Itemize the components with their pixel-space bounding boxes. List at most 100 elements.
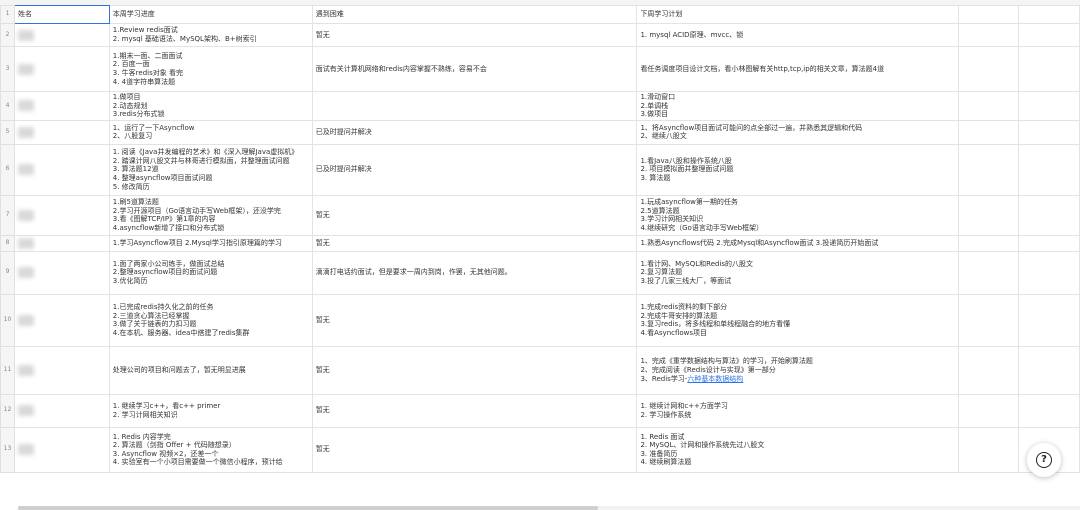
name-cell[interactable] [13,23,110,47]
plan-cell[interactable]: 1、将Asyncflow项目面试可能问的点全部过一遍，并熟悉其逻辑和代码 2、继续… [636,119,960,145]
plan-cell[interactable]: 1.完成redis资料的剩下部分 2.完成牛哥安排的算法题 3.复习redis，将多… [636,293,960,347]
empty-cell[interactable] [1018,293,1080,347]
problems-cell[interactable]: 暂无 [311,345,638,395]
name-cell[interactable] [13,143,110,196]
progress-cell[interactable]: 1.面了两家小公司练手，做面试总结 2.整理asyncflow项目的面试问题 3.优… [108,250,313,295]
horizontal-scrollbar[interactable] [18,506,1080,510]
problems-cell[interactable]: 暂无 [311,194,638,236]
plan-cell[interactable]: 1. Redis 面试 2. MySQL、计网和操作系统先过八股文 3. 准备简历 4… [636,426,960,473]
plan-cell[interactable]: 1.熟悉Asyncflows代码 2.完成Mysql和Asyncflow面试 3… [636,234,960,252]
problems-cell[interactable]: 滴滴打电话约面试，但是要求一周内到岗，作罢，无其他问题。 [311,250,638,295]
progress-cell[interactable]: 处理公司的项目和问题去了，暂无明显进展 [108,345,313,395]
problems-cell[interactable]: 已及时提问并解决 [311,143,638,196]
row-number[interactable]: 6 [0,143,15,196]
progress-cell[interactable]: 1.学习Asyncflow项目 2.Mysql学习指引原理篇的学习 [108,234,313,252]
problems-cell[interactable] [311,91,638,121]
empty-cell[interactable] [958,143,1020,196]
name-cell[interactable] [13,91,110,121]
name-cell[interactable] [13,293,110,347]
empty-cell[interactable] [1018,143,1080,196]
empty-cell[interactable] [1018,119,1080,145]
empty-cell[interactable] [1018,393,1080,428]
row-number[interactable]: 4 [0,91,15,121]
row-number[interactable]: 2 [0,23,15,47]
cell-line: 1.学习Asyncflow项目 2.Mysql学习指引原理篇的学习 [112,238,282,247]
empty-cell[interactable] [958,119,1020,145]
name-cell[interactable] [13,46,110,92]
empty-cell[interactable] [958,46,1020,92]
problems-cell[interactable]: 暂无 [311,234,638,252]
progress-cell[interactable]: 1.刷5道算法题 2.学习开源项目（Go语言动手写Web框架），还没学完 3.看《图… [108,194,313,236]
row-number[interactable]: 1 [0,5,15,24]
scrollbar-thumb[interactable] [18,506,598,510]
name-cell[interactable] [13,119,110,145]
header-name[interactable]: 姓名 [13,5,110,24]
progress-cell[interactable]: 1. Redis 内容学完 2. 算法题（剑指 Offer + 代码随想录） 3. … [108,426,313,473]
row-number[interactable]: 11 [0,345,15,395]
name-cell[interactable] [13,234,110,252]
problems-cell[interactable]: 暂无 [311,426,638,473]
problems-cell[interactable]: 暂无 [311,393,638,428]
empty-cell[interactable] [1018,23,1080,47]
redacted-name [17,444,34,456]
problems-cell[interactable]: 暂无 [311,23,638,47]
empty-cell[interactable] [1018,5,1080,24]
empty-cell[interactable] [1018,194,1080,236]
empty-cell[interactable] [958,250,1020,295]
empty-cell[interactable] [958,5,1020,24]
cell-line: 2.完成牛哥安排的算法题 [640,311,718,320]
empty-cell[interactable] [1018,345,1080,395]
progress-cell[interactable]: 1.做项目 2.动态规划 3.redis分布式锁 [108,91,313,121]
name-cell[interactable] [13,250,110,295]
progress-cell[interactable]: 1.已完成redis持久化之前的任务 2.三道贪心算法已经掌握 3.做了关于链表的力… [108,293,313,347]
empty-cell[interactable] [1018,250,1080,295]
header-progress[interactable]: 本周学习进度 [108,5,313,24]
plan-cell[interactable]: 1、完成《重学数据结构与算法》的学习，开始刷算法题 2、完成阅读《Redis设计与… [636,345,960,395]
row-number[interactable]: 9 [0,250,15,295]
row-number[interactable]: 12 [0,393,15,428]
empty-cell[interactable] [1018,46,1080,92]
plan-cell[interactable]: 1.玩成asyncflow第一期的任务 2.5道算法题 3.学习计网相关知识 4.继续… [636,194,960,236]
empty-cell[interactable] [958,426,1020,473]
cell-line: 1. 阅读《Java并发编程的艺术》和《深入理解Java虚拟机》 [112,148,299,157]
row-number[interactable]: 13 [0,426,15,473]
progress-cell[interactable]: 1.期末一面、二面面试 2. 百度一面 3. 牛客redis对象 看完 4. 4道字符… [108,46,313,92]
plan-cell[interactable]: 1. mysql ACID原理、mvcc、锁 [636,23,960,47]
name-cell[interactable] [13,194,110,236]
cell-line: 2. 算法题（剑指 Offer + 代码随想录） [112,441,236,450]
problems-cell[interactable]: 面试有关计算机网络和redis内容掌握不熟练，容易不会 [311,46,638,92]
row-number[interactable]: 10 [0,293,15,347]
empty-cell[interactable] [1018,91,1080,121]
row-number[interactable]: 8 [0,234,15,252]
empty-cell[interactable] [958,23,1020,47]
empty-cell[interactable] [958,91,1020,121]
empty-cell[interactable] [958,393,1020,428]
name-cell[interactable] [13,393,110,428]
row-number[interactable]: 3 [0,46,15,92]
progress-cell[interactable]: 1. 阅读《Java并发编程的艺术》和《深入理解Java虚拟机》 2. 踏课计网八… [108,143,313,196]
problems-cell[interactable]: 暂无 [311,293,638,347]
plan-cell[interactable]: 1.看Java八股和操作系统八股 2. 项目模拟面并整理面试问题 3. 算法题 [636,143,960,196]
progress-cell[interactable]: 1.Review redis面试 2. mysql 基础语法、MySQL架构、B+… [108,23,313,47]
row-number[interactable]: 7 [0,194,15,236]
row-number[interactable]: 5 [0,119,15,145]
empty-cell[interactable] [958,194,1020,236]
progress-cell[interactable]: 1. 继续学习c++，看c++ primer 2. 学习计网相关知识 [108,393,313,428]
plan-cell[interactable]: 1. 继续计网和c++方面学习 2. 学习操作系统 [636,393,960,428]
name-cell[interactable] [13,345,110,395]
header-plan[interactable]: 下周学习计划 [636,5,960,24]
cell-line: 1.已完成redis持久化之前的任务 [112,303,214,312]
empty-cell[interactable] [958,234,1020,252]
progress-cell[interactable]: 1、运行了一下Asyncflow 2、八股复习 [108,119,313,145]
plan-cell[interactable]: 1.滑动窗口 2.单调栈 3.做项目 [636,91,960,121]
name-cell[interactable] [13,426,110,473]
empty-cell[interactable] [1018,234,1080,252]
plan-cell[interactable]: 1.看计网、MySQL和Redis的八股文 2.复习算法题 3.投了几家三线大厂，等… [636,250,960,295]
data-structure-link[interactable]: 六种基本数据结构 [687,375,743,383]
header-problems[interactable]: 遇到困难 [311,5,638,24]
help-button[interactable]: ? [1027,443,1061,477]
empty-cell[interactable] [958,293,1020,347]
empty-cell[interactable] [958,345,1020,395]
plan-cell[interactable]: 看任务调度项目设计文档，看小林图解有关http,tcp,ip的相关文章，算法题4… [636,46,960,92]
problems-cell[interactable]: 已及时提问并解决 [311,119,638,145]
